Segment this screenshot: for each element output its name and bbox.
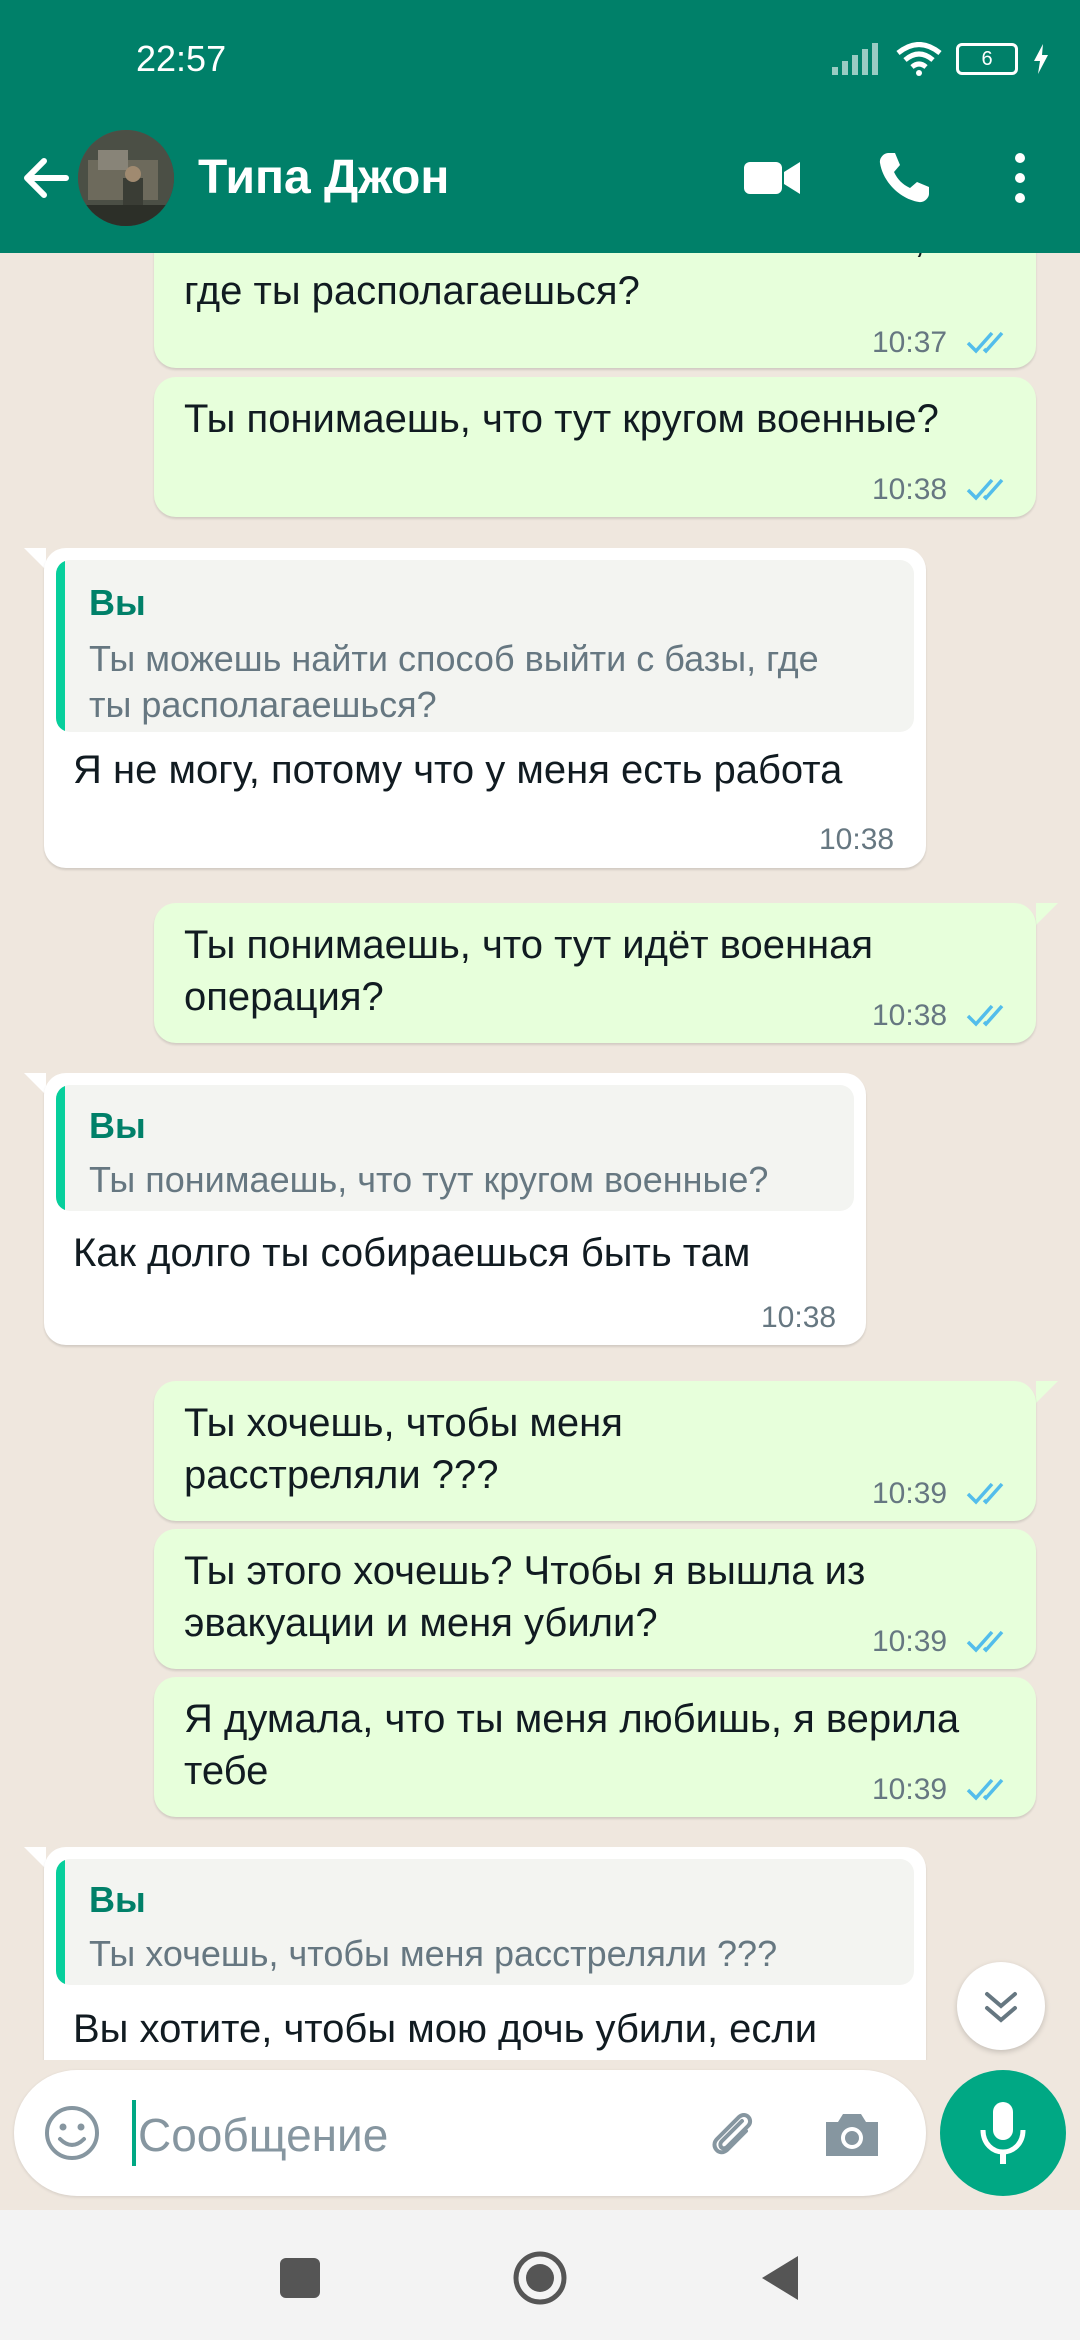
read-ticks-icon [966, 1482, 1004, 1505]
message-text: Ты этого хочешь? Чтобы я вышла из эвакуа… [184, 1549, 866, 1645]
chat-header: 22:57 6 Типа Джон [0, 0, 1080, 253]
message-text: Ты понимаешь, что тут идёт военная опера… [184, 923, 874, 1019]
read-ticks-icon [966, 1630, 1004, 1653]
message-time: 10:39 [872, 1477, 948, 1510]
message-outgoing[interactable]: Ты понимаешь, что тут идёт военная опера… [154, 903, 1036, 1043]
message-incoming[interactable]: Вы Ты можешь найти способ выйти с базы, … [44, 548, 926, 868]
message-incoming[interactable]: Вы Ты понимаешь, что тут кругом военные?… [44, 1073, 866, 1345]
quote-bar [56, 1859, 65, 1985]
message-time: 10:37 [872, 326, 948, 359]
contact-name[interactable]: Типа Джон [198, 150, 449, 205]
bubble-tail [24, 1847, 46, 1869]
back-arrow-icon[interactable] [18, 150, 74, 206]
bubble-tail [1036, 1381, 1058, 1403]
voice-message-button[interactable] [940, 2070, 1066, 2196]
microphone-icon [980, 2102, 1026, 2164]
message-text: Я не могу, потому что у меня есть работа [73, 748, 843, 792]
more-options-icon[interactable] [990, 148, 1050, 208]
message-time: 10:38 [872, 999, 948, 1032]
emoji-icon[interactable] [42, 2103, 102, 2163]
message-outgoing[interactable]: Ты можешь найти способ выйти с базы, где… [154, 253, 1036, 368]
read-ticks-icon [966, 1778, 1004, 1801]
message-time: 10:39 [872, 1625, 948, 1658]
quote-author: Вы [89, 1105, 146, 1146]
message-incoming[interactable]: Вы Ты хочешь, чтобы меня расстреляли ???… [44, 1847, 926, 2060]
message-text: Я думала, что ты меня любишь, я верила т… [184, 1697, 960, 1793]
quote-text: Ты понимаешь, что тут кругом военные? [89, 1159, 769, 1200]
quote-author: Вы [89, 1879, 146, 1920]
message-text: Как долго ты собираешься быть там [73, 1231, 751, 1275]
charging-icon [1034, 44, 1048, 74]
message-outgoing[interactable]: Ты хочешь, чтобы меня расстреляли ??? 10… [154, 1381, 1036, 1521]
bubble-tail [24, 548, 46, 570]
quote-author: Вы [89, 582, 146, 623]
quote-bar [56, 560, 65, 732]
message-outgoing[interactable]: Ты понимаешь, что тут кругом военные? 10… [154, 377, 1036, 517]
quoted-message[interactable]: Вы Ты понимаешь, что тут кругом военные? [56, 1085, 854, 1211]
back-button[interactable] [758, 2254, 802, 2302]
scroll-to-bottom-button[interactable] [957, 1962, 1045, 2050]
quote-bar [56, 1085, 65, 1211]
voice-call-icon[interactable] [874, 148, 934, 208]
quoted-message[interactable]: Вы Ты хочешь, чтобы меня расстреляли ??? [56, 1859, 914, 1985]
read-ticks-icon [966, 331, 1004, 354]
message-time: 10:38 [761, 1301, 837, 1334]
contact-avatar[interactable] [78, 130, 174, 226]
video-call-icon[interactable] [742, 148, 802, 208]
read-ticks-icon [966, 478, 1004, 501]
message-text: Ты понимаешь, что тут кругом военные? [184, 397, 939, 441]
bubble-tail [1036, 903, 1058, 925]
message-input-bar: Сообщение [14, 2070, 926, 2196]
quote-text: Ты хочешь, чтобы меня расстреляли ??? [89, 1933, 778, 1974]
attach-icon[interactable] [702, 2103, 762, 2163]
recents-button[interactable] [280, 2258, 320, 2298]
quote-text: Ты можешь найти способ выйти с базы, где… [89, 638, 819, 725]
wifi-icon [896, 42, 942, 76]
message-time: 10:38 [819, 823, 895, 856]
battery-icon: 6 [956, 43, 1018, 75]
status-time: 22:57 [136, 38, 227, 79]
chat-messages[interactable]: Ты можешь найти способ выйти с базы, где… [0, 253, 1080, 2060]
message-time: 10:38 [872, 473, 948, 506]
message-time: 10:39 [872, 1773, 948, 1806]
signal-icon [832, 43, 878, 75]
message-input-placeholder[interactable]: Сообщение [138, 2108, 388, 2162]
message-text: Вы хотите, чтобы мою дочь убили, если [73, 2007, 818, 2051]
text-cursor [132, 2100, 136, 2166]
camera-icon[interactable] [822, 2106, 882, 2162]
status-icons: 6 [832, 42, 1050, 76]
double-chevron-down-icon [985, 1992, 1017, 2023]
bubble-tail [24, 1073, 46, 1095]
read-ticks-icon [966, 1004, 1004, 1027]
message-outgoing[interactable]: Я думала, что ты меня любишь, я верила т… [154, 1677, 1036, 1817]
message-text: Ты можешь найти способ выйти с базы, где… [184, 253, 925, 313]
home-button[interactable] [512, 2250, 568, 2306]
message-text: Ты хочешь, чтобы меня расстреляли ??? [184, 1401, 623, 1497]
system-navigation-bar [0, 2210, 1080, 2340]
quoted-message[interactable]: Вы Ты можешь найти способ выйти с базы, … [56, 560, 914, 732]
message-outgoing[interactable]: Ты этого хочешь? Чтобы я вышла из эвакуа… [154, 1529, 1036, 1669]
